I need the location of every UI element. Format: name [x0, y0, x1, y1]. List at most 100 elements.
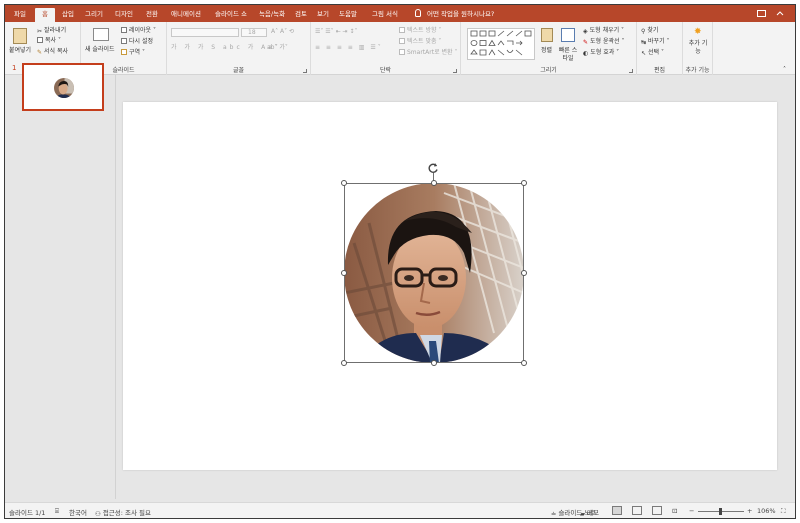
alignment-buttons[interactable]: ≡ ≡ ≡ ≡ ▥ ☰˅ [315, 44, 383, 52]
resize-handle-top[interactable] [431, 180, 437, 186]
accessibility-status[interactable]: ⚇ 접근성: 조사 필요 [95, 507, 151, 518]
tab-home[interactable]: 홈 [35, 8, 55, 22]
drawing-launcher-icon[interactable] [629, 69, 633, 73]
arrange-button[interactable]: 정렬 [541, 47, 552, 55]
resize-handle-bottom-right[interactable] [521, 360, 527, 366]
drawing-group-label: 그리기 [540, 67, 557, 74]
cut-button[interactable]: ✂ 잘라내기 [37, 27, 66, 36]
font-name-combo[interactable] [171, 28, 239, 37]
text-direction-label: 텍스트 방향 [407, 27, 437, 34]
reset-button[interactable]: 다시 설정 [121, 38, 153, 46]
editing-group: ⚲ 찾기 ↹ 바꾸기 ˅ ↖ 선택 ˅ 편집 [637, 22, 683, 75]
tab-slideshow[interactable]: 슬라이드 쇼 [209, 8, 253, 22]
slide-canvas[interactable] [123, 102, 777, 470]
new-slide-icon [93, 28, 109, 41]
list-buttons[interactable]: ☰˅ ☰˅ ⇤ ⇥ ↕˅ [315, 28, 357, 36]
addins-button[interactable]: 추가 기능 [688, 40, 708, 56]
smartart-button[interactable]: SmartArt로 변환 ˅ [399, 49, 457, 57]
effects-icon: ◐ [583, 50, 589, 57]
font-size-combo[interactable]: 18 [241, 28, 267, 37]
comments-button[interactable]: ▰ 메모 [580, 507, 599, 518]
tab-transitions[interactable]: 전환 [141, 8, 163, 22]
accessibility-icon: ⚇ [95, 510, 101, 518]
zoom-slider-thumb[interactable] [719, 508, 722, 515]
tab-animations[interactable]: 애니메이션 [167, 8, 205, 22]
align-text-button[interactable]: 텍스트 맞춤 ˅ [399, 38, 441, 46]
select-button[interactable]: ↖ 선택 ˅ [641, 49, 664, 58]
slide-counter: 슬라이드 1/1 [9, 509, 46, 517]
tab-record[interactable]: 녹음/녹화 [256, 8, 288, 22]
replace-button[interactable]: ↹ 바꾸기 ˅ [641, 38, 670, 47]
slide-sorter-icon[interactable] [632, 506, 642, 515]
panel-divider [115, 75, 116, 499]
tab-help[interactable]: 도움말 [335, 8, 361, 22]
tell-me-search[interactable]: 어떤 작업을 원하시나요? [415, 8, 494, 20]
shapes-gallery[interactable] [467, 28, 535, 60]
comments-icon[interactable] [757, 10, 766, 17]
resize-handle-top-left[interactable] [341, 180, 347, 186]
resize-handle-left[interactable] [341, 270, 347, 276]
tab-view[interactable]: 보기 [314, 8, 332, 22]
text-direction-icon [399, 27, 405, 33]
zoom-level[interactable]: 106% [757, 507, 776, 515]
shape-effects-label: 도형 효과 [590, 49, 615, 56]
fit-to-window-icon[interactable]: ⛶ [781, 507, 786, 516]
section-button[interactable]: 구역 ˅ [121, 49, 145, 57]
layout-button[interactable]: 레이아웃 ˅ [121, 27, 156, 35]
paragraph-launcher-icon[interactable] [453, 69, 457, 73]
shape-fill-button[interactable]: ◈ 도형 채우기 ˅ [583, 27, 624, 36]
paragraph-group: ☰˅ ☰˅ ⇤ ⇥ ↕˅ 텍스트 방향 ˅ 텍스트 맞춤 ˅ SmartArt로… [311, 22, 461, 75]
tab-insert[interactable]: 삽입 [58, 8, 78, 22]
format-painter-button[interactable]: ✎ 서식 복사 [37, 48, 68, 57]
copy-label: 복사 [45, 37, 57, 44]
paste-button[interactable]: 붙여넣기 [9, 47, 31, 55]
search-icon: ⚲ [641, 28, 646, 35]
resize-handle-top-right[interactable] [521, 180, 527, 186]
shape-outline-button[interactable]: ✎ 도형 윤곽선 ˅ [583, 38, 624, 47]
font-launcher-icon[interactable] [303, 69, 307, 73]
tab-design[interactable]: 디자인 [111, 8, 137, 22]
scissors-icon: ✂ [37, 28, 43, 35]
language-indicator[interactable]: 한국어 [69, 507, 87, 517]
shape-effects-button[interactable]: ◐ 도형 효과 ˅ [583, 49, 619, 58]
slide-thumbnail-number: 1 [12, 64, 17, 72]
spellcheck-icon[interactable]: ⌸ [55, 507, 59, 516]
font-style-buttons[interactable]: 가 가 가 S abc 가 Aa˅ [171, 44, 281, 52]
slide-thumbnail[interactable] [22, 63, 104, 111]
smartart-label: SmartArt로 변환 [407, 49, 453, 56]
zoom-in-icon[interactable]: + [747, 507, 752, 515]
selection-box [344, 183, 524, 363]
resize-handle-bottom-left[interactable] [341, 360, 347, 366]
align-text-label: 텍스트 맞춤 [407, 38, 437, 45]
tab-review[interactable]: 검토 [292, 8, 310, 22]
tab-file[interactable]: 파일 [9, 8, 31, 22]
rotate-handle-icon[interactable] [427, 162, 439, 174]
font-size-value: 18 [248, 29, 256, 36]
quick-styles-icon [561, 28, 575, 42]
zoom-out-icon[interactable]: − [689, 507, 694, 515]
font-grow-shrink[interactable]: A˄ A˅ ⟲ [271, 28, 294, 36]
tab-draw[interactable]: 그리기 [81, 8, 107, 22]
reading-view-icon[interactable] [652, 506, 662, 515]
addins-icon: ✸ [694, 27, 702, 37]
resize-handle-bottom[interactable] [431, 360, 437, 366]
quick-styles-button[interactable]: 빠른 스타일 [557, 47, 579, 63]
drawing-group: 정렬 빠른 스타일 ◈ 도형 채우기 ˅ ✎ 도형 윤곽선 ˅ ◐ 도형 효과 ˅ 그… [461, 22, 637, 75]
cut-label: 잘라내기 [44, 27, 67, 34]
ribbon-tab-bar: 파일 홈 삽입 그리기 디자인 전환 애니메이션 슬라이드 쇼 녹음/녹화 검토… [5, 5, 795, 22]
layout-icon [121, 27, 127, 33]
find-label: 찾기 [647, 27, 659, 34]
slideshow-view-icon[interactable]: ⊡ [672, 507, 677, 515]
find-button[interactable]: ⚲ 찾기 [641, 27, 658, 36]
ribbon-collapse-icon[interactable] [776, 10, 784, 18]
collapse-ribbon-icon[interactable]: ˄ [783, 66, 786, 74]
normal-view-icon[interactable] [612, 506, 622, 515]
resize-handle-right[interactable] [521, 270, 527, 276]
text-direction-button[interactable]: 텍스트 방향 ˅ [399, 27, 441, 35]
section-label: 구역 [129, 49, 141, 56]
copy-button[interactable]: 복사 ˅ [37, 37, 61, 45]
tab-picture-format[interactable]: 그림 서식 [367, 8, 403, 22]
new-slide-button[interactable]: 새 슬라이드 [85, 46, 115, 54]
font-color-button[interactable]: ab˅ 가˅ [267, 44, 288, 52]
addins-group: ✸ 추가 기능 추가 기능 [683, 22, 713, 75]
